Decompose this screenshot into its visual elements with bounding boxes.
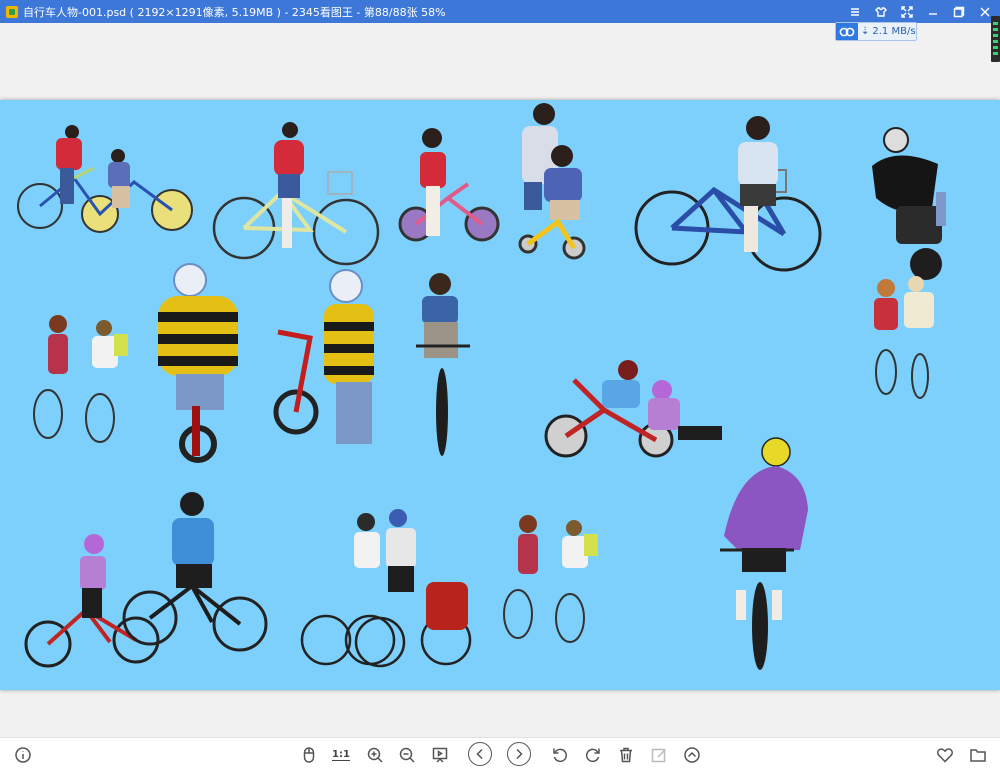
- more-icon[interactable]: [681, 744, 703, 766]
- couple-touring-bikes-figure: [300, 509, 472, 668]
- bottom-toolbar: 1:1: [0, 737, 1000, 769]
- close-icon[interactable]: [978, 5, 992, 19]
- mouse-icon[interactable]: [298, 744, 320, 766]
- minimize-icon[interactable]: [926, 5, 940, 19]
- kids-bmx-bikes-figure: [22, 492, 270, 668]
- favorite-icon[interactable]: [934, 744, 956, 766]
- skin-icon[interactable]: [874, 5, 888, 19]
- restore-icon[interactable]: [952, 5, 966, 19]
- kids-fallen-bike-figure: [544, 356, 730, 462]
- info-icon[interactable]: [12, 744, 34, 766]
- arrow-down-icon: ⇣: [861, 26, 870, 37]
- download-speed-widget[interactable]: ⇣ 2.1 MB/s: [835, 22, 917, 41]
- app-logo-icon: [6, 5, 18, 18]
- boy-training-wheels-figure: [270, 269, 380, 452]
- zoom-out-icon[interactable]: [396, 744, 418, 766]
- couple-bikes-figure-3: [500, 514, 604, 644]
- girl-yellow-bike-figure: [212, 122, 382, 268]
- rotate-left-icon[interactable]: [549, 744, 571, 766]
- title-bar: 自行车人物-001.psd ( 2192×1291像素, 5.19MB ) - …: [0, 0, 1000, 23]
- network-meter: [991, 16, 1000, 62]
- boy-striped-shirt-figure: [156, 263, 248, 474]
- next-icon[interactable]: [507, 742, 531, 766]
- download-speed: 2.1 MB/s: [872, 26, 916, 37]
- previous-icon[interactable]: [468, 742, 492, 766]
- edit-icon[interactable]: [648, 744, 670, 766]
- actual-size-button[interactable]: 1:1: [330, 744, 352, 766]
- girl-pink-bike-figure: [398, 128, 500, 256]
- slideshow-icon[interactable]: [429, 744, 451, 766]
- folder-icon[interactable]: [967, 744, 989, 766]
- delete-icon[interactable]: [615, 744, 637, 766]
- kids-tricycle-figure: [518, 103, 608, 264]
- couple-bikes-figure-2: [864, 276, 946, 400]
- boy-blue-bike-figure: [634, 114, 822, 272]
- cyclist-purple-jacket-figure: [714, 437, 810, 672]
- actual-size-label: 1:1: [332, 749, 350, 761]
- window-title: 自行车人物-001.psd ( 2192×1291像素, 5.19MB ) - …: [23, 5, 446, 19]
- woman-rear-view-bike-figure: [414, 272, 474, 460]
- fullscreen-icon[interactable]: [900, 5, 914, 19]
- zoom-in-icon[interactable]: [364, 744, 386, 766]
- rotate-right-icon[interactable]: [582, 744, 604, 766]
- kids-tandem-bikes-figure: [14, 118, 196, 236]
- window-controls: [848, 0, 992, 23]
- menu-icon[interactable]: [848, 5, 862, 19]
- image-canvas[interactable]: [0, 100, 1000, 690]
- couple-bikes-figure-1: [30, 314, 138, 444]
- motorcycle-rider-figure: [866, 127, 958, 288]
- cloud-icon: [836, 23, 858, 40]
